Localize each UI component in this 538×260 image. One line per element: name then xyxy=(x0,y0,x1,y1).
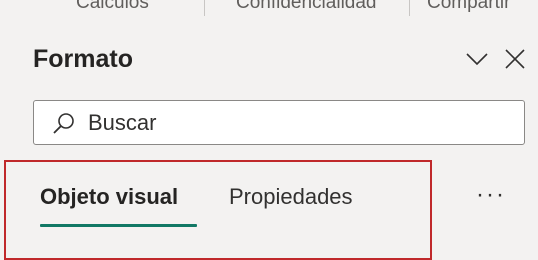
chevron-down-icon xyxy=(466,53,488,66)
ribbon-item-confidencialidad[interactable]: Confidencialidad xyxy=(236,0,377,14)
highlight-box xyxy=(4,160,432,260)
close-button[interactable] xyxy=(502,46,528,72)
search-icon xyxy=(53,112,74,134)
close-icon xyxy=(505,49,525,69)
search-input[interactable] xyxy=(88,109,508,136)
pane-title: Formato xyxy=(33,45,133,73)
ribbon-divider xyxy=(409,0,410,16)
active-tab-indicator xyxy=(40,224,197,227)
tab-objeto-visual[interactable]: Objeto visual xyxy=(40,184,178,210)
ribbon-bar: Cálculos Confidencialidad Compartir xyxy=(0,0,538,20)
ribbon-divider xyxy=(204,0,205,16)
search-box[interactable] xyxy=(33,100,525,145)
ribbon-item-calculos[interactable]: Cálculos xyxy=(76,0,149,14)
tab-propiedades[interactable]: Propiedades xyxy=(229,184,353,210)
more-options-button[interactable]: ··· xyxy=(476,181,506,209)
collapse-button[interactable] xyxy=(464,46,490,72)
ribbon-item-compartir[interactable]: Compartir xyxy=(427,0,510,14)
